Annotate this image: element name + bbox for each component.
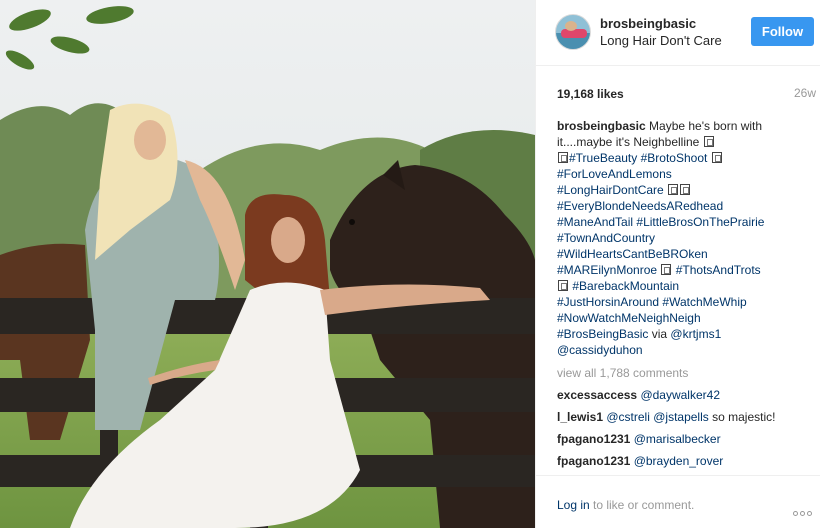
hashtag-link[interactable]: #ThotsAndTrots	[676, 263, 761, 277]
comment-mentions[interactable]: @daywalker42	[640, 388, 720, 402]
comment-item: fpagano1231 @marisalbecker	[557, 431, 805, 447]
hashtag-link[interactable]: #WildHeartsCantBeBROken	[557, 247, 708, 261]
comment-item: l_lewis1 @cstreli @jstapells so majestic…	[557, 409, 805, 425]
comment-mentions[interactable]: @marisalbecker	[634, 432, 721, 446]
post-sidebar: brosbeingbasic Long Hair Don't Care Foll…	[535, 0, 820, 528]
hashtag-link[interactable]: #MAREilynMonroe	[557, 263, 657, 277]
emoji-glyph-icon	[558, 280, 568, 291]
hashtag-link[interactable]: #BarebackMountain	[572, 279, 679, 293]
username-link[interactable]: brosbeingbasic	[600, 16, 696, 31]
comment-username[interactable]: l_lewis1	[557, 410, 603, 424]
comment-username[interactable]: excessaccess	[557, 388, 637, 402]
hashtag-link[interactable]: #WatchMeWhip	[662, 295, 746, 309]
hashtag-link[interactable]: #TrueBeauty	[569, 151, 637, 165]
comment-username[interactable]: fpagano1231	[557, 432, 630, 446]
follow-button[interactable]: Follow	[751, 17, 814, 46]
post-header: brosbeingbasic Long Hair Don't Care Foll…	[536, 0, 820, 66]
likes-row: 19,168 likes 26w	[536, 67, 820, 117]
emoji-glyph-icon	[668, 184, 679, 195]
login-prompt-text: to like or comment.	[593, 498, 695, 512]
emoji-glyph-icon	[661, 264, 672, 275]
comment-text: so majestic!	[712, 410, 776, 424]
post-footer: Log in to like or comment.	[536, 475, 820, 528]
hashtag-link[interactable]: #LongHairDontCare	[557, 183, 664, 197]
comment-mentions[interactable]: @brayden_rover	[634, 454, 724, 468]
post-photo[interactable]	[0, 0, 535, 528]
hashtag-link[interactable]: #EveryBlondeNeedsARedhead	[557, 199, 723, 213]
emoji-glyph-icon	[711, 152, 722, 163]
comment-mentions[interactable]: @cstreli @jstapells	[606, 410, 708, 424]
comment-item: fpagano1231 @brayden_rover	[557, 453, 805, 469]
hashtag-link[interactable]: #TownAndCountry	[557, 231, 655, 245]
caption: brosbeingbasic Maybe he's born with it..…	[557, 118, 805, 358]
emoji-glyph-icon	[680, 184, 691, 195]
emoji-glyph-icon	[703, 136, 714, 147]
post-age[interactable]: 26w	[794, 86, 816, 100]
emoji-glyph-icon	[558, 152, 568, 163]
mention-link[interactable]: @cassidyduhon	[557, 343, 643, 357]
hashtag-link[interactable]: #ForLoveAndLemons	[557, 167, 672, 181]
hashtag-link[interactable]: #NowWatchMeNeighNeigh	[557, 311, 701, 325]
mention-link[interactable]: @krtjms1	[670, 327, 721, 341]
hashtag-link[interactable]: #ManeAndTail	[557, 215, 633, 229]
hashtag-link[interactable]: #BrosBeingBasic	[557, 327, 648, 341]
hashtag-link[interactable]: #BrotoShoot	[641, 151, 708, 165]
likes-count[interactable]: 19,168 likes	[557, 87, 624, 101]
caption-username[interactable]: brosbeingbasic	[557, 119, 646, 133]
login-link[interactable]: Log in	[557, 498, 590, 512]
comment-item: excessaccess @daywalker42	[557, 387, 805, 403]
view-all-comments-link[interactable]: view all 1,788 comments	[557, 365, 805, 381]
comments-list: brosbeingbasic Maybe he's born with it..…	[557, 118, 805, 469]
more-options-icon[interactable]	[793, 503, 815, 516]
hashtag-link[interactable]: #LittleBrosOnThePrairie	[636, 215, 764, 229]
location-link[interactable]: Long Hair Don't Care	[600, 33, 722, 48]
photo-illustration	[0, 0, 535, 528]
avatar[interactable]	[555, 14, 591, 50]
via-text: via	[651, 327, 668, 341]
hashtag-link[interactable]: #JustHorsinAround	[557, 295, 659, 309]
comment-username[interactable]: fpagano1231	[557, 454, 630, 468]
